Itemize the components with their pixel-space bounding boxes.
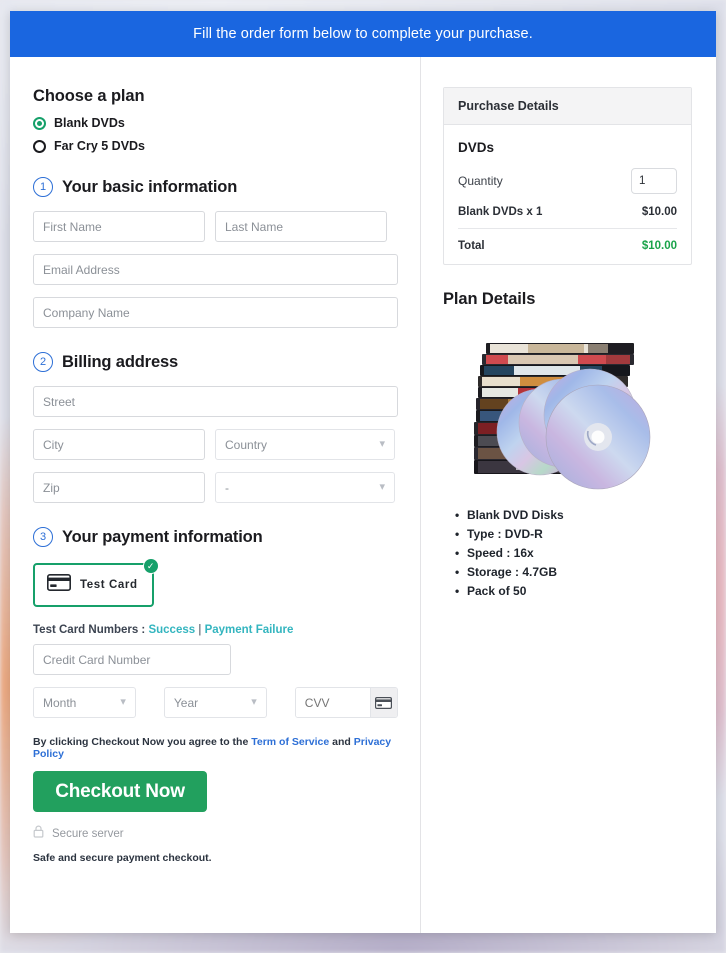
expiry-cvv-row: Month ▾ Year ▾ [33, 687, 398, 718]
name-field-row [33, 211, 398, 242]
line-item-amount: $10.00 [641, 206, 677, 218]
quantity-label: Quantity [458, 174, 503, 188]
terms-agreement-text: By clicking Checkout Now you agree to th… [33, 736, 398, 760]
content-columns: Choose a plan Blank DVDs Far Cry 5 DVDs … [10, 57, 716, 933]
safe-checkout-note: Safe and secure payment checkout. [33, 852, 212, 864]
test-card-numbers-prefix: Test Card Numbers : [33, 624, 146, 636]
cvv-input[interactable] [295, 688, 370, 717]
street-field-row [33, 386, 398, 417]
credit-card-number-input[interactable] [33, 644, 231, 675]
first-name-input[interactable] [33, 211, 205, 242]
list-item: Pack of 50 [455, 584, 692, 598]
plan-option-label: Far Cry 5 DVDs [54, 139, 146, 153]
checkout-card: Fill the order form below to complete yo… [10, 11, 716, 933]
check-icon: ✓ [142, 558, 159, 574]
step-title: Billing address [62, 352, 179, 371]
email-input[interactable] [33, 254, 398, 285]
choose-plan-title: Choose a plan [33, 87, 145, 105]
step-number-badge: 3 [33, 527, 53, 547]
step-title: Your basic information [62, 177, 238, 196]
city-input[interactable] [33, 429, 205, 460]
terms-of-service-link[interactable]: Term of Service [251, 736, 329, 748]
email-field-row [33, 254, 398, 285]
line-item-row: Blank DVDs x 1 $10.00 [458, 206, 677, 229]
purchase-product-title: DVDs [458, 140, 495, 155]
credit-card-icon [47, 574, 71, 596]
year-select-value: Year [173, 695, 199, 710]
step-3-header: 3 Your payment information [33, 527, 398, 547]
total-row: Total $10.00 [458, 229, 677, 252]
step-number-badge: 2 [33, 352, 53, 372]
company-field-row [33, 297, 398, 328]
page-banner: Fill the order form below to complete yo… [10, 11, 716, 57]
lock-icon [33, 825, 44, 843]
company-name-input[interactable] [33, 297, 398, 328]
state-select-value: - [225, 480, 229, 495]
chevron-down-icon: ▾ [379, 438, 385, 450]
zip-input[interactable] [33, 472, 205, 503]
test-card-numbers-line: Test Card Numbers : Success | Payment Fa… [33, 624, 398, 636]
country-select-value: Country [225, 437, 268, 452]
purchase-details-panel: Purchase Details DVDs Quantity Blank DVD… [443, 87, 692, 265]
list-item: Storage : 4.7GB [455, 565, 692, 579]
quantity-row: Quantity [458, 168, 677, 194]
country-select[interactable]: Country ▾ [215, 429, 395, 460]
street-input[interactable] [33, 386, 398, 417]
list-item: Blank DVD Disks [455, 508, 692, 522]
summary-column: Purchase Details DVDs Quantity Blank DVD… [421, 57, 716, 933]
step-number-badge: 1 [33, 177, 53, 197]
secure-server-label: Secure server [52, 828, 124, 840]
terms-and: and [332, 736, 351, 748]
total-label: Total [458, 240, 485, 252]
plan-option-far-cry-5-dvds[interactable]: Far Cry 5 DVDs [33, 139, 398, 153]
quantity-input[interactable] [631, 168, 677, 194]
radio-unselected-icon[interactable] [33, 139, 46, 153]
chevron-down-icon: ▾ [120, 696, 126, 708]
payment-method-label: Test Card [80, 579, 138, 591]
step-title: Your payment information [62, 527, 263, 546]
total-amount: $10.00 [641, 240, 677, 252]
last-name-input[interactable] [215, 211, 387, 242]
card-number-row [33, 644, 398, 675]
step-2-header: 2 Billing address [33, 352, 398, 372]
purchase-details-body: DVDs Quantity Blank DVDs x 1 $10.00 Tota… [444, 125, 691, 264]
cvv-help-credit-card-icon[interactable] [369, 688, 397, 717]
year-select[interactable]: Year ▾ [163, 687, 267, 718]
plan-product-image [443, 327, 692, 502]
payment-failure-card-link[interactable]: Payment Failure [205, 624, 294, 636]
step-1-header: 1 Your basic information [33, 177, 398, 197]
link-separator: | [198, 624, 202, 636]
list-item: Speed : 16x [455, 546, 692, 560]
payment-method-test-card[interactable]: Test Card ✓ [33, 558, 159, 607]
success-card-link[interactable]: Success [148, 624, 195, 636]
plan-details-bullets: Blank DVD Disks Type : DVD-R Speed : 16x… [443, 508, 692, 598]
banner-text: Fill the order form below to complete yo… [193, 26, 533, 42]
radio-selected-icon[interactable] [33, 116, 46, 130]
cvv-group [294, 687, 398, 718]
secure-server-row: Secure server [33, 825, 398, 843]
checkout-now-button[interactable]: Checkout Now [33, 771, 207, 812]
chevron-down-icon: ▾ [379, 481, 385, 493]
month-select[interactable]: Month ▾ [33, 687, 136, 718]
purchase-details-header: Purchase Details [444, 88, 691, 125]
month-select-value: Month [43, 695, 77, 710]
zip-state-row: - ▾ [33, 472, 398, 503]
plan-details-title: Plan Details [443, 290, 536, 308]
plan-option-blank-dvds[interactable]: Blank DVDs [33, 116, 398, 130]
order-form-column: Choose a plan Blank DVDs Far Cry 5 DVDs … [10, 57, 421, 933]
state-select[interactable]: - ▾ [215, 472, 395, 503]
chevron-down-icon: ▾ [251, 696, 257, 708]
city-country-row: Country ▾ [33, 429, 398, 460]
line-item-label: Blank DVDs x 1 [458, 206, 543, 218]
list-item: Type : DVD-R [455, 527, 692, 541]
plan-option-label: Blank DVDs [54, 116, 125, 130]
terms-prefix: By clicking Checkout Now you agree to th… [33, 736, 249, 748]
